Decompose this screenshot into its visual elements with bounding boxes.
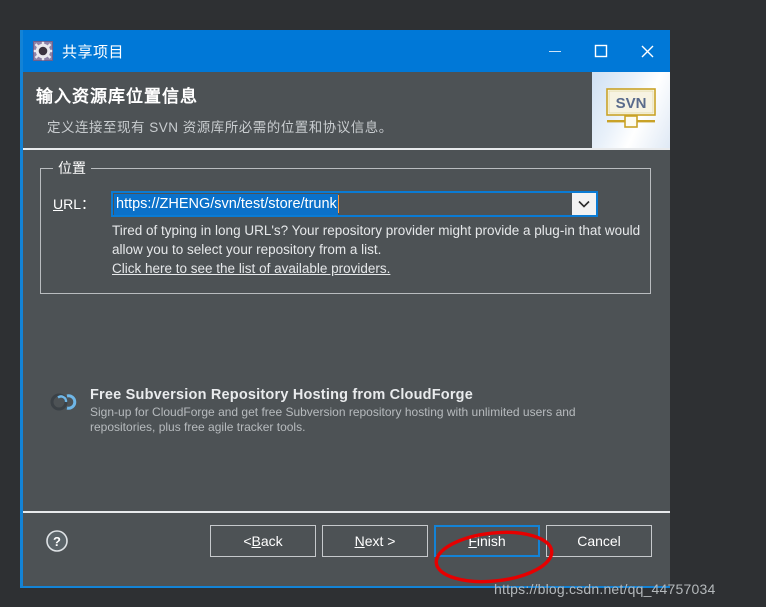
page-title: 输入资源库位置信息: [36, 87, 198, 106]
providers-link[interactable]: Click here to see the list of available …: [112, 261, 390, 276]
back-button[interactable]: < Back: [210, 525, 316, 557]
finish-button[interactable]: Finish: [434, 525, 540, 557]
cloudforge-promo[interactable]: Free Subversion Repository Hosting from …: [46, 387, 606, 435]
next-button[interactable]: Next >: [322, 525, 428, 557]
next-button-rest: ext >: [364, 533, 396, 549]
url-input[interactable]: https://ZHENG/svn/test/store/trunk: [114, 193, 338, 215]
window-title: 共享项目: [62, 43, 125, 61]
finish-button-accel: F: [468, 533, 477, 549]
svg-text:SVN: SVN: [616, 95, 647, 112]
cancel-button[interactable]: Cancel: [546, 525, 652, 557]
share-project-dialog: 共享项目 输入资源库位置信息 定义连接至现有 SVN 资源库所必需的位置和协议信…: [20, 30, 670, 586]
screenshot-root: 共享项目 输入资源库位置信息 定义连接至现有 SVN 资源库所必需的位置和协议信…: [0, 0, 766, 607]
svn-badge-icon: SVN: [603, 87, 659, 133]
svg-text:?: ?: [53, 534, 61, 549]
cloudforge-description: Sign-up for CloudForge and get free Subv…: [90, 405, 576, 434]
cloud-icon: [46, 389, 80, 415]
button-row: < Back Next > Finish Cancel: [210, 525, 652, 557]
page-subtitle: 定义连接至现有 SVN 资源库所必需的位置和协议信息。: [47, 120, 393, 135]
cloudforge-title: Free Subversion Repository Hosting from …: [90, 387, 474, 403]
url-row: URL： https://ZHENG/svn/test/store/trunk: [53, 191, 598, 217]
url-label: URL：: [53, 194, 111, 214]
maximize-icon[interactable]: [578, 30, 624, 72]
svn-logo: SVN: [592, 72, 670, 148]
help-icon[interactable]: ?: [46, 530, 68, 552]
dialog-header: 输入资源库位置信息 定义连接至现有 SVN 资源库所必需的位置和协议信息。 SV…: [23, 72, 670, 148]
url-label-rest: RL：: [63, 196, 96, 212]
gear-icon: [33, 41, 53, 61]
url-combobox[interactable]: https://ZHENG/svn/test/store/trunk: [111, 191, 598, 217]
minimize-icon[interactable]: [532, 30, 578, 72]
finish-button-rest: inish: [476, 533, 506, 549]
chevron-down-icon[interactable]: [572, 193, 596, 215]
back-button-rest: ack: [260, 533, 283, 549]
dialog-footer: ? < Back Next > Finish Cancel: [23, 513, 670, 586]
text-caret: [337, 195, 339, 213]
next-button-accel: N: [354, 533, 365, 549]
close-icon[interactable]: [624, 30, 670, 72]
window-controls: [532, 30, 670, 72]
location-group-label: 位置: [53, 158, 91, 178]
cancel-button-rest: Cancel: [577, 533, 621, 549]
url-label-accel: U: [53, 196, 64, 212]
back-button-accel: B: [251, 533, 261, 549]
back-button-prefix: <: [243, 533, 252, 549]
dialog-body: 位置 URL： https://ZHENG/svn/test/store/tru…: [23, 150, 670, 511]
watermark: https://blog.csdn.net/qq_44757034: [494, 581, 716, 597]
location-group: 位置 URL： https://ZHENG/svn/test/store/tru…: [40, 158, 651, 294]
url-hint-text: Tired of typing in long URL's? Your repo…: [112, 223, 641, 257]
title-bar[interactable]: 共享项目: [23, 30, 670, 72]
cloudforge-text: Free Subversion Repository Hosting from …: [90, 387, 606, 435]
